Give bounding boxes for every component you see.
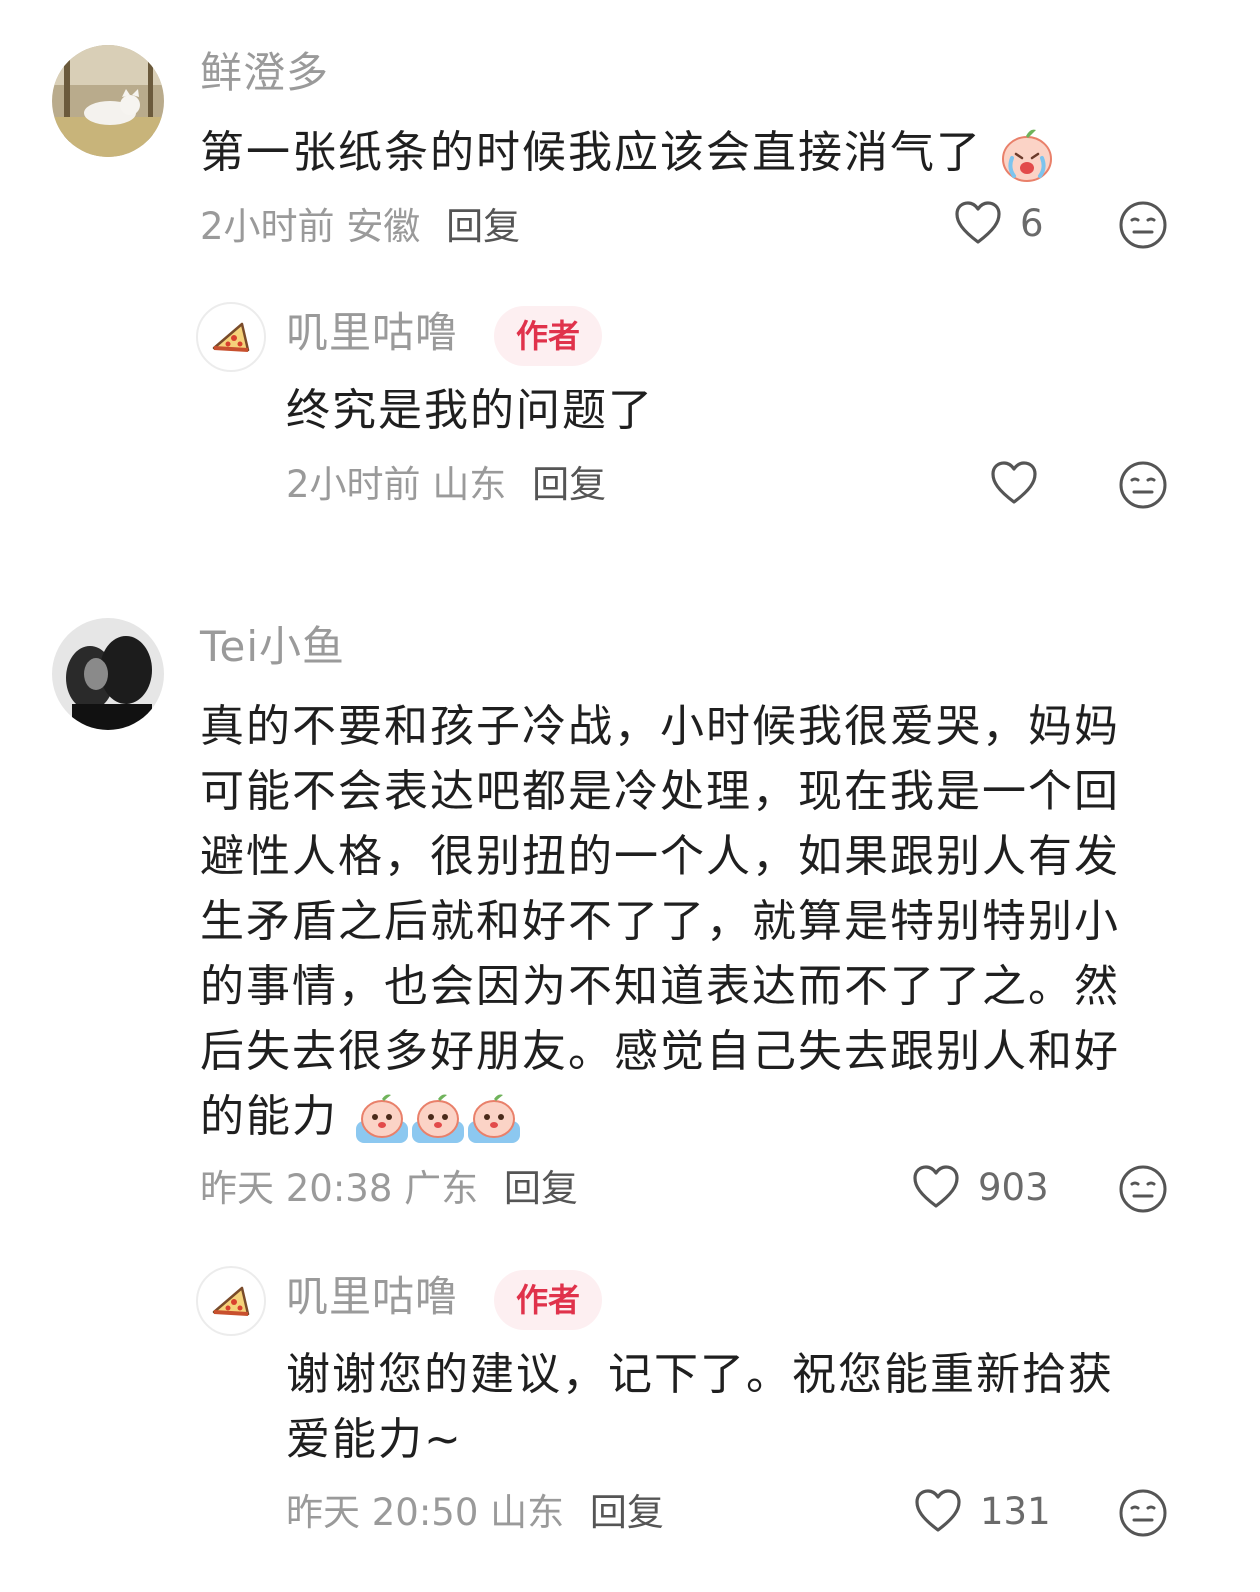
reply-meta: 昨天 20:50 山东 回复 (286, 1491, 664, 1534)
author-badge: 作者 (494, 306, 603, 366)
like-button[interactable]: 131 (914, 1488, 1051, 1534)
comment-item: Tei小鱼 真的不要和孩子冷战，小时候我很爱哭，妈妈 可能不会表达吧都是冷处理，… (0, 600, 1260, 1592)
author-badge: 作者 (494, 1270, 603, 1330)
reply-text: 终究是我的问题了 (286, 385, 654, 436)
reply-button[interactable]: 回复 (532, 463, 606, 506)
like-count: 903 (978, 1165, 1049, 1209)
comment-username[interactable]: Tei小鱼 (200, 626, 345, 668)
crying-peach-sticker (356, 1094, 408, 1143)
crying-peach-sticker (412, 1094, 464, 1143)
like-button[interactable] (990, 460, 1038, 506)
like-count: 6 (1020, 201, 1044, 245)
comment-text: 第一张纸条的时候我应该会直接消气了 (200, 120, 1056, 185)
crying-peach-sticker (1002, 129, 1052, 182)
avatar[interactable] (52, 45, 164, 157)
heart-outline-icon (913, 1165, 959, 1208)
like-count: 131 (980, 1489, 1051, 1533)
like-button[interactable]: 6 (954, 200, 1044, 246)
neutral-face-icon[interactable] (1118, 1164, 1168, 1214)
neutral-face-icon[interactable] (1118, 460, 1168, 510)
reply-button[interactable]: 回复 (504, 1167, 578, 1210)
neutral-face-icon[interactable] (1118, 200, 1168, 250)
author-avatar[interactable] (196, 302, 266, 372)
comment-item: 鲜澄多 第一张纸条的时候我应该会直接消气了 2小时前 安徽 回复 6 叽里咕噜 … (0, 0, 1260, 560)
reply-meta: 2小时前 山东 回复 (286, 463, 607, 506)
reply-text: 谢谢您的建议，记下了。祝您能重新拾获 爱能力~ (286, 1349, 1114, 1465)
comment-text: 真的不要和孩子冷战，小时候我很爱哭，妈妈 可能不会表达吧都是冷处理，现在我是一个… (200, 694, 1180, 1149)
author-avatar[interactable] (196, 1266, 266, 1336)
reply-button[interactable]: 回复 (446, 205, 520, 248)
reply-username[interactable]: 叽里咕噜 (286, 312, 458, 354)
reply-button[interactable]: 回复 (590, 1491, 664, 1534)
comment-meta: 昨天 20:38 广东 回复 (200, 1167, 578, 1210)
heart-outline-icon (915, 1489, 961, 1532)
like-button[interactable]: 903 (912, 1164, 1049, 1210)
crying-peach-sticker (468, 1094, 520, 1143)
comment-meta: 2小时前 安徽 回复 (200, 205, 521, 248)
comment-username[interactable]: 鲜澄多 (200, 52, 329, 94)
avatar[interactable] (52, 618, 164, 730)
heart-outline-icon (991, 461, 1037, 504)
neutral-face-icon[interactable] (1118, 1488, 1168, 1538)
reply-username[interactable]: 叽里咕噜 (286, 1276, 458, 1318)
heart-outline-icon (955, 201, 1001, 244)
